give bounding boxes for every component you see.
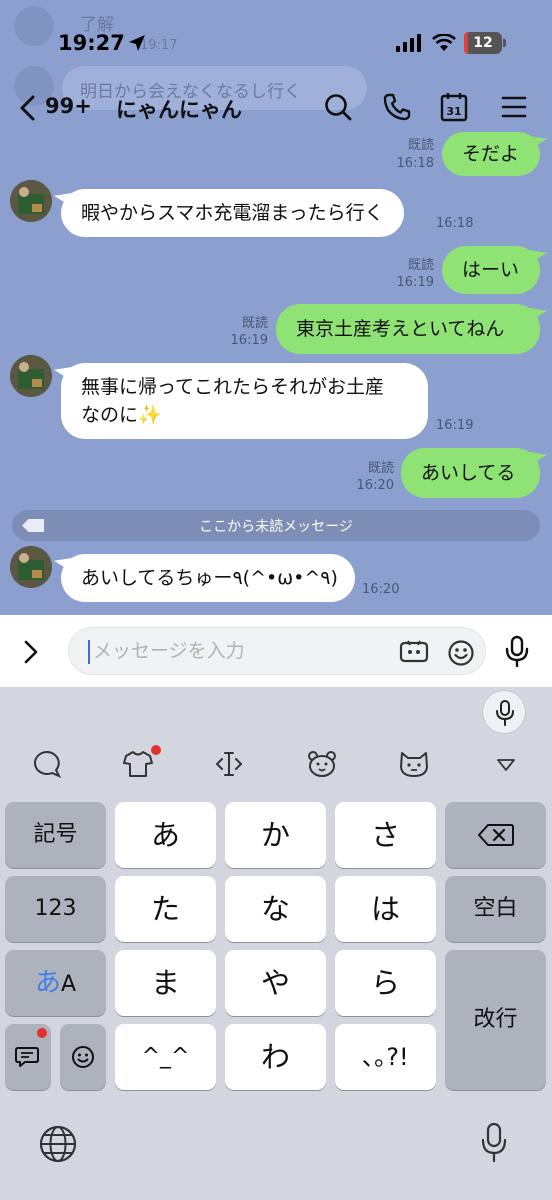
message-time: 16:18 <box>396 156 434 171</box>
key-na[interactable]: な <box>225 876 326 942</box>
phone-icon[interactable] <box>382 92 412 122</box>
notification-badge <box>151 745 161 755</box>
key-sa[interactable]: さ <box>335 802 436 868</box>
friend-message-bubble[interactable]: あいしてるちゅー٩(^•ω•^٩) <box>61 554 355 602</box>
friend-message-bubble[interactable]: 暇やからスマホ充電溜まったら行く <box>61 189 404 237</box>
key-wa[interactable]: わ <box>225 1024 326 1090</box>
avatar-photo <box>10 546 52 588</box>
smiley-icon <box>72 1046 94 1068</box>
symbols-key[interactable]: 記号 <box>5 802 106 868</box>
friend-avatar[interactable] <box>10 355 52 397</box>
my-message-bubble[interactable]: あいしてる <box>401 448 540 498</box>
chat-title[interactable]: にゃんにゃん <box>116 94 242 124</box>
read-receipt: 既読 <box>241 316 268 331</box>
avatar-photo <box>10 180 52 222</box>
chat-bubble-icon <box>15 1047 39 1067</box>
text-caret <box>88 640 90 664</box>
space-key[interactable]: 空白 <box>445 876 546 942</box>
unread-divider: ここから未読メッセージ <box>12 510 540 541</box>
friend-avatar[interactable] <box>10 180 52 222</box>
unread-count[interactable]: 99+ <box>45 94 92 118</box>
key-ha[interactable]: は <box>335 876 436 942</box>
cellular-signal-icon <box>396 34 421 52</box>
friend-avatar[interactable] <box>10 546 52 588</box>
delete-key[interactable] <box>445 802 546 868</box>
read-receipt: 既読 <box>367 461 394 476</box>
message-time: 16:20 <box>356 478 394 493</box>
read-receipt: 既読 <box>407 258 434 273</box>
my-message-bubble[interactable]: はーい <box>442 246 540 294</box>
globe-icon[interactable] <box>38 1124 78 1164</box>
message-input[interactable] <box>93 628 393 674</box>
battery-indicator: 12 <box>464 32 502 54</box>
message-time: 16:19 <box>230 333 268 348</box>
back-chevron-icon[interactable] <box>18 94 38 122</box>
message-input-bar <box>0 615 552 687</box>
message-time: 16:20 <box>362 582 400 597</box>
my-message-bubble[interactable]: 東京土産考えといてねん <box>276 304 540 354</box>
key-a[interactable]: あ <box>115 802 216 868</box>
svg-text:31: 31 <box>446 105 461 118</box>
location-arrow-icon <box>129 35 145 51</box>
key-ra[interactable]: ら <box>335 950 436 1016</box>
chat-area: 了解 19:17 明日から会えなくなるし行く 19:27 12 99+ にゃんに… <box>0 0 552 615</box>
voice-message-icon[interactable] <box>504 635 530 669</box>
emoji-key[interactable] <box>60 1024 106 1090</box>
status-time: 19:27 <box>58 31 125 55</box>
wifi-icon <box>432 34 456 51</box>
friend-message-bubble[interactable]: 無事に帰ってこれたらそれがお土産 なのに✨ <box>61 363 428 439</box>
chat-header: 99+ にゃんにゃん 31 <box>0 80 552 136</box>
avatar-photo <box>10 355 52 397</box>
backspace-icon <box>478 824 514 846</box>
enter-key[interactable]: 改行 <box>445 950 546 1090</box>
japanese-keyboard: 記号 あ か さ 123 た な は 空白 あA ま や ら 改行 ^_^ わ … <box>0 687 552 1200</box>
kaomoji-key[interactable]: ^_^ <box>115 1024 216 1090</box>
key-ka[interactable]: か <box>225 802 326 868</box>
battery-tip <box>503 39 506 47</box>
message-time: 16:19 <box>396 275 434 290</box>
menu-icon[interactable] <box>501 92 527 122</box>
expand-chevron-icon[interactable] <box>22 639 40 665</box>
search-icon[interactable] <box>323 92 353 122</box>
sticker-suggest-icon[interactable] <box>399 639 429 665</box>
calendar-icon[interactable]: 31 <box>440 92 468 122</box>
search-bubble-icon[interactable] <box>32 749 62 779</box>
cursor-move-icon[interactable] <box>214 749 244 779</box>
emoji-icon[interactable] <box>447 639 475 667</box>
theme-shirt-icon[interactable] <box>122 749 154 779</box>
key-ta[interactable]: た <box>115 876 216 942</box>
dictation-mic-icon <box>496 700 514 726</box>
bear-sticker-icon[interactable] <box>306 749 338 779</box>
mode-hiragana: あ <box>34 968 61 998</box>
input-mode-key[interactable]: あA <box>5 950 106 1016</box>
status-bar: 19:27 12 <box>0 20 552 70</box>
notification-badge <box>37 1028 47 1038</box>
key-ya[interactable]: や <box>225 950 326 1016</box>
punctuation-key[interactable]: ､｡?! <box>335 1024 436 1090</box>
message-line: なのに✨ <box>81 404 162 426</box>
dictation-button[interactable] <box>482 690 526 734</box>
message-field[interactable] <box>68 627 486 675</box>
collapse-triangle-icon[interactable] <box>496 757 516 773</box>
message-line: 無事に帰ってこれたらそれがお土産 <box>81 376 385 398</box>
my-message-bubble[interactable]: そだよ <box>442 132 540 176</box>
message-time: 16:19 <box>436 418 474 433</box>
read-receipt: 既読 <box>407 138 434 153</box>
message-time: 16:18 <box>436 216 474 231</box>
cat-sticker-icon[interactable] <box>398 749 430 779</box>
unread-divider-label: ここから未読メッセージ <box>199 519 353 535</box>
mode-alphabet: A <box>60 972 77 997</box>
numbers-key[interactable]: 123 <box>5 876 106 942</box>
keyboard-mic-icon[interactable] <box>480 1122 508 1164</box>
key-ma[interactable]: ま <box>115 950 216 1016</box>
